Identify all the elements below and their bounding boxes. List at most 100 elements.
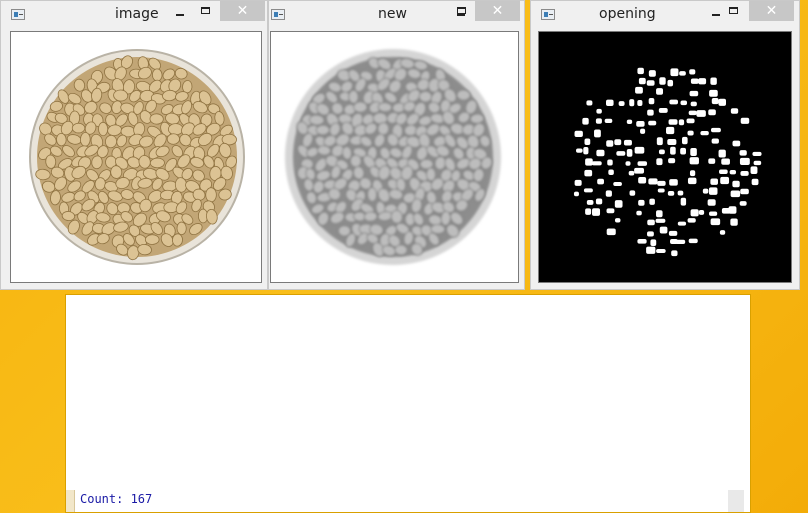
blob [656, 210, 663, 218]
blob [739, 157, 750, 165]
blob [721, 158, 730, 165]
maximize-button[interactable] [451, 4, 473, 20]
close-button[interactable]: ✕ [749, 1, 794, 21]
blob [595, 118, 602, 124]
window-new[interactable]: new ✕ [268, 0, 525, 290]
blob [626, 148, 633, 157]
blob [707, 199, 716, 206]
blob [646, 246, 656, 254]
blob [668, 158, 676, 164]
bean [349, 154, 362, 168]
scrollbar-corner[interactable] [728, 490, 744, 512]
bean [425, 167, 437, 182]
blob [614, 139, 622, 146]
blob [584, 138, 591, 145]
blob [637, 161, 648, 166]
close-button[interactable]: ✕ [475, 1, 520, 21]
maximize-button[interactable] [195, 4, 217, 20]
blob [596, 149, 605, 157]
bean [205, 187, 217, 203]
blob [718, 98, 727, 106]
bean [377, 122, 390, 136]
blob [689, 157, 699, 165]
minimize-icon [176, 14, 184, 16]
blob [680, 100, 688, 106]
blob [718, 149, 726, 158]
blob [678, 119, 685, 126]
blob [686, 118, 695, 124]
bean [348, 89, 359, 104]
blob [605, 190, 612, 197]
blob [656, 137, 663, 146]
blob [668, 119, 678, 125]
blob [710, 218, 721, 226]
minimize-button[interactable] [169, 4, 191, 20]
blob [638, 177, 647, 184]
blob [687, 177, 697, 185]
blob [698, 210, 705, 215]
blob [751, 178, 759, 186]
blob [702, 188, 709, 194]
window-opening[interactable]: opening ✕ [530, 0, 800, 290]
close-icon: ✕ [236, 3, 249, 19]
blob [614, 200, 623, 208]
window-image[interactable]: image ✕ [0, 0, 268, 290]
blob [608, 169, 614, 176]
blob [657, 180, 666, 186]
count-output: Count: 167 [80, 492, 153, 506]
blob [687, 130, 694, 136]
bean [367, 187, 378, 202]
blob [679, 71, 686, 76]
blob [689, 90, 699, 97]
maximize-icon [457, 7, 466, 14]
close-icon: ✕ [491, 3, 504, 19]
maximize-button[interactable] [723, 4, 745, 20]
blob [680, 147, 687, 155]
blob [708, 158, 716, 164]
blob [596, 108, 602, 114]
blob [585, 158, 593, 166]
blob [719, 169, 728, 175]
blob [592, 208, 601, 216]
close-button[interactable]: ✕ [220, 1, 265, 21]
blob [576, 148, 583, 153]
blob [680, 197, 687, 206]
blob [657, 188, 665, 193]
new-canvas [270, 31, 519, 283]
blob [752, 151, 762, 156]
maximize-icon [729, 7, 738, 14]
blob [656, 88, 664, 95]
bean [110, 165, 123, 179]
bean [353, 101, 368, 113]
binary-mask [573, 67, 762, 257]
blob [740, 171, 749, 176]
blob [623, 139, 632, 146]
blob [648, 120, 657, 126]
blob [700, 130, 709, 136]
blob [669, 179, 678, 186]
blob [658, 149, 665, 155]
blob [710, 77, 717, 85]
blob [606, 208, 615, 214]
bean [418, 90, 433, 103]
bean [166, 133, 180, 145]
console-left-edge [66, 490, 75, 512]
blob [670, 68, 679, 77]
blob [650, 239, 657, 247]
blob [688, 238, 698, 244]
blob [649, 198, 655, 205]
blob [583, 188, 593, 193]
blob [677, 221, 687, 226]
blob [638, 77, 646, 85]
titlebar[interactable]: new ✕ [269, 1, 524, 29]
blob [637, 238, 647, 244]
console-window[interactable]: Count: 167 [65, 294, 751, 513]
blob [753, 160, 762, 166]
blob [710, 178, 718, 185]
titlebar[interactable]: image ✕ [1, 1, 267, 29]
blob [711, 98, 719, 105]
bean [144, 234, 160, 245]
blob [637, 100, 643, 106]
blob [668, 230, 678, 236]
titlebar[interactable]: opening ✕ [531, 1, 799, 29]
